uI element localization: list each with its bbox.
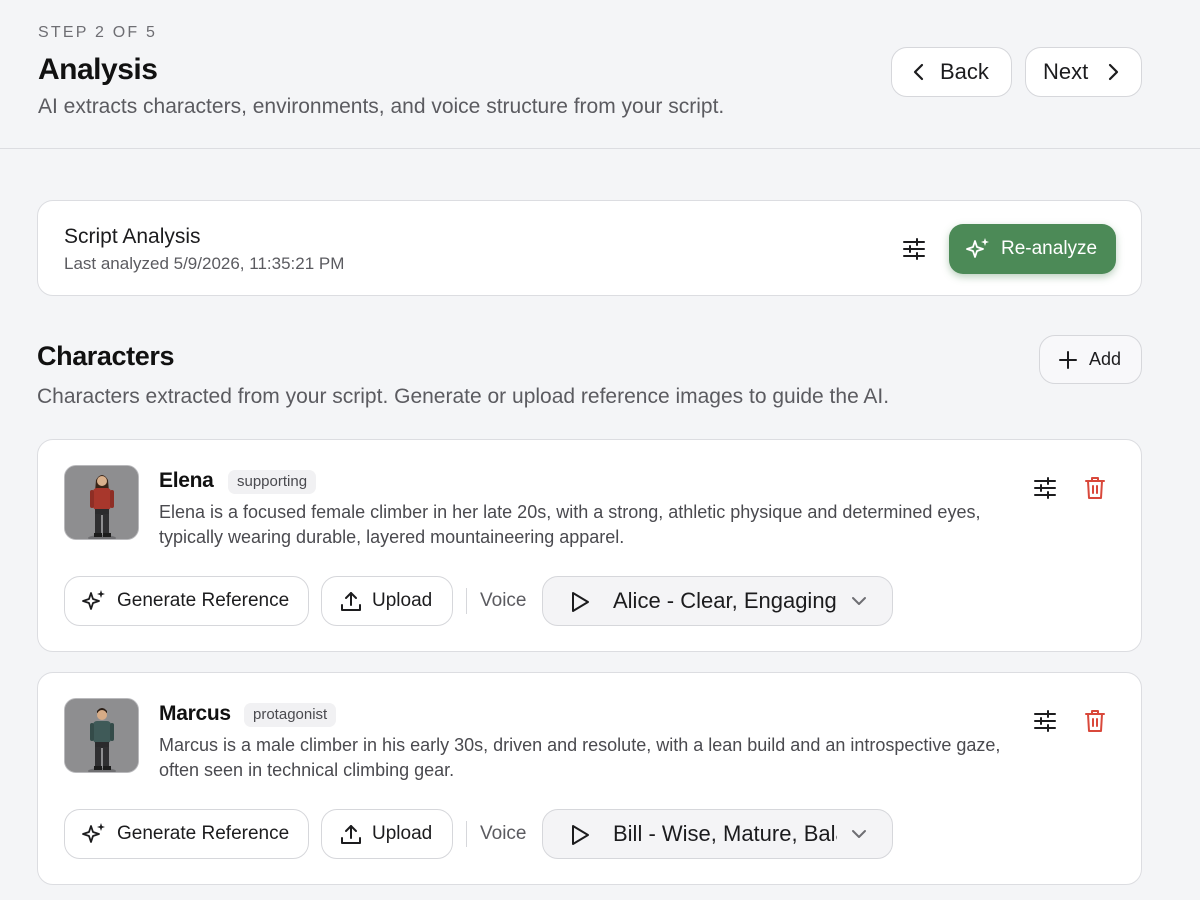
trash-icon [1084, 709, 1106, 733]
last-analyzed-text: Last analyzed 5/9/2026, 11:35:21 PM [64, 254, 345, 273]
upload-icon [340, 590, 362, 612]
character-name: Elena [159, 469, 214, 492]
character-card: Elena supporting Elena is a focused fema… [37, 439, 1142, 652]
delete-character-button[interactable] [1079, 704, 1111, 738]
voice-selected-value: Alice - Clear, Engaging [613, 588, 837, 613]
upload-icon [340, 823, 362, 845]
delete-character-button[interactable] [1079, 471, 1111, 505]
play-icon [569, 823, 591, 847]
voice-selected-value: Bill - Wise, Mature, Balanced [613, 821, 837, 846]
reanalyze-button[interactable]: Re-analyze [949, 224, 1116, 274]
play-voice-button[interactable] [567, 589, 593, 615]
sparkle-icon [965, 236, 991, 262]
reanalyze-label: Re-analyze [1001, 238, 1098, 259]
divider [466, 588, 467, 614]
upload-button[interactable]: Upload [321, 809, 453, 859]
character-avatar [64, 465, 139, 540]
next-label: Next [1043, 59, 1089, 84]
character-settings-button[interactable] [1028, 704, 1062, 738]
upload-button[interactable]: Upload [321, 576, 453, 626]
chevron-left-icon [912, 63, 926, 81]
sliders-icon [1033, 477, 1057, 499]
character-description: Elena is a focused female climber in her… [159, 502, 981, 547]
plus-icon [1058, 350, 1078, 370]
generate-reference-label: Generate Reference [117, 590, 290, 611]
trash-icon [1084, 476, 1106, 500]
voice-label: Voice [480, 590, 527, 611]
characters-heading: Characters [37, 341, 175, 371]
next-button[interactable]: Next [1025, 47, 1142, 97]
sparkle-icon [81, 821, 107, 847]
character-name: Marcus [159, 702, 231, 725]
voice-label: Voice [480, 823, 527, 844]
character-role-badge: supporting [228, 470, 317, 494]
characters-description: Characters extracted from your script. G… [37, 385, 890, 408]
generate-reference-label: Generate Reference [117, 823, 290, 844]
analysis-settings-button[interactable] [897, 232, 931, 266]
play-voice-button[interactable] [567, 822, 593, 848]
upload-label: Upload [372, 590, 433, 611]
script-analysis-title: Script Analysis [64, 225, 201, 248]
character-settings-button[interactable] [1028, 471, 1062, 505]
back-button[interactable]: Back [891, 47, 1012, 97]
character-description: Marcus is a male climber in his early 30… [159, 735, 1001, 780]
chevron-down-icon [849, 824, 869, 844]
step-indicator: STEP 2 OF 5 [38, 24, 158, 41]
script-analysis-card: Script Analysis Last analyzed 5/9/2026, … [37, 200, 1142, 296]
chevron-down-icon [849, 591, 869, 611]
generate-reference-button[interactable]: Generate Reference [64, 576, 309, 626]
sparkle-icon [81, 588, 107, 614]
character-role-badge: protagonist [244, 703, 337, 727]
upload-label: Upload [372, 823, 433, 844]
back-label: Back [940, 59, 989, 84]
chevron-right-icon [1106, 63, 1120, 81]
page-header: STEP 2 OF 5 Analysis AI extracts charact… [0, 0, 1200, 149]
voice-select[interactable]: Bill - Wise, Mature, Balanced [542, 809, 893, 859]
page-title: Analysis [38, 53, 158, 86]
add-character-button[interactable]: Add [1039, 335, 1142, 384]
voice-select[interactable]: Alice - Clear, Engaging [542, 576, 893, 626]
page-subtitle: AI extracts characters, environments, an… [38, 95, 725, 118]
character-avatar [64, 698, 139, 773]
sliders-icon [902, 238, 926, 260]
generate-reference-button[interactable]: Generate Reference [64, 809, 309, 859]
add-label: Add [1089, 349, 1122, 369]
sliders-icon [1033, 710, 1057, 732]
play-icon [569, 590, 591, 614]
divider [466, 821, 467, 847]
character-card: Marcus protagonist Marcus is a male clim… [37, 672, 1142, 885]
